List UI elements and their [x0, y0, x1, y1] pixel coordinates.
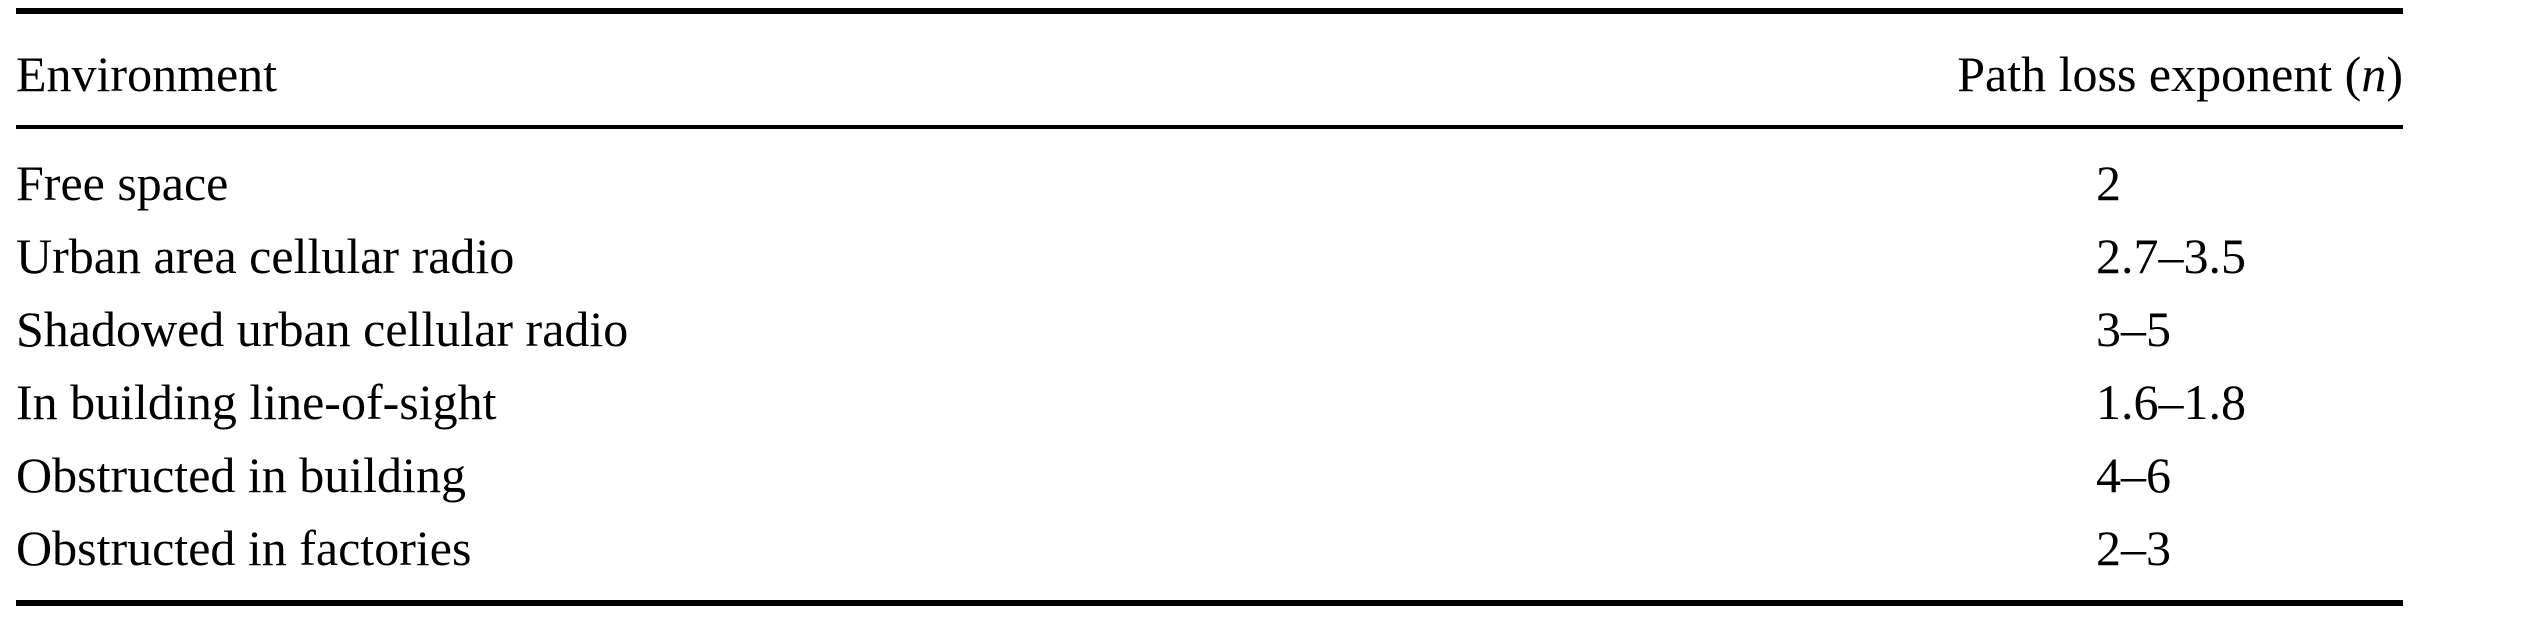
environment-cell: Urban area cellular radio [16, 228, 515, 284]
column-header-environment: Environment [16, 46, 278, 102]
exponent-cell: 4–6 [2096, 447, 2171, 503]
table-row: Free space 2 [16, 150, 2403, 223]
top-rule [16, 8, 2403, 14]
header-rule [16, 125, 2403, 129]
environment-cell: Obstructed in factories [16, 520, 472, 576]
header-exponent-variable: n [2361, 46, 2387, 102]
table-row: Shadowed urban cellular radio 3–5 [16, 296, 2403, 369]
exponent-cell: 2–3 [2096, 520, 2171, 576]
exponent-cell: 2.7–3.5 [2096, 228, 2246, 284]
header-exponent-suffix: ) [2386, 46, 2403, 102]
table-body: Free space 2 Urban area cellular radio 2… [16, 150, 2403, 588]
environment-cell: Obstructed in building [16, 447, 466, 503]
column-header-path-loss-exponent: Path loss exponent (n) [1957, 44, 2403, 104]
exponent-cell: 1.6–1.8 [2096, 374, 2246, 430]
environment-cell: In building line-of-sight [16, 374, 497, 430]
table-row: Urban area cellular radio 2.7–3.5 [16, 223, 2403, 296]
exponent-cell: 3–5 [2096, 301, 2171, 357]
bottom-rule [16, 600, 2403, 606]
environment-cell: Free space [16, 155, 229, 211]
table-row: Obstructed in building 4–6 [16, 442, 2403, 515]
exponent-cell: 2 [2096, 155, 2121, 211]
table-row: Obstructed in factories 2–3 [16, 515, 2403, 588]
table-row: In building line-of-sight 1.6–1.8 [16, 369, 2403, 442]
header-exponent-prefix: Path loss exponent ( [1957, 46, 2362, 102]
environment-cell: Shadowed urban cellular radio [16, 301, 629, 357]
